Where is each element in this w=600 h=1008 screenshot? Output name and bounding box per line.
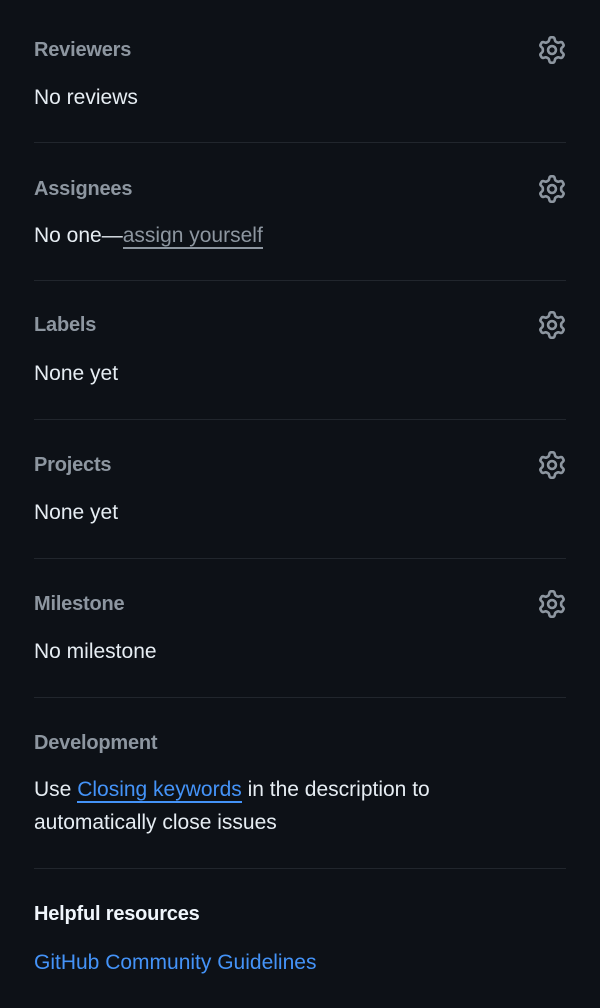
reviewers-heading: Reviewers [34, 38, 132, 61]
closing-keywords-link[interactable]: Closing keywords [77, 778, 242, 803]
projects-section: Projects None yet [34, 420, 566, 559]
assignees-value-text: No one— [34, 224, 123, 247]
reviewers-section: Reviewers No reviews [34, 0, 566, 143]
milestone-section: Milestone No milestone [34, 559, 566, 698]
helpful-resources-heading: Helpful resources [34, 903, 200, 925]
community-guidelines-link[interactable]: GitHub Community Guidelines [34, 951, 316, 974]
milestone-heading: Milestone [34, 592, 125, 615]
labels-section: Labels None yet [34, 281, 566, 420]
helpful-resources-section: Helpful resources GitHub Community Guide… [34, 869, 566, 1008]
labels-heading: Labels [34, 313, 97, 336]
projects-settings-gear-icon[interactable] [537, 450, 567, 480]
milestone-value: No milestone [34, 640, 157, 663]
assign-yourself-link[interactable]: assign yourself [122, 224, 263, 249]
labels-settings-gear-icon[interactable] [537, 310, 567, 340]
development-text-before: Use [34, 778, 78, 801]
development-heading: Development [34, 731, 158, 754]
reviewers-settings-gear-icon[interactable] [537, 35, 567, 65]
development-section: Development Use Closing keywords in the … [34, 698, 566, 869]
assignees-heading: Assignees [34, 177, 133, 200]
projects-value: None yet [34, 501, 119, 524]
assignees-value: No one—assign yourself [34, 219, 263, 252]
assignees-section: Assignees No one—assign yourself [34, 143, 566, 281]
assignees-settings-gear-icon[interactable] [537, 174, 567, 204]
labels-value: None yet [34, 362, 119, 385]
issue-sidebar: Reviewers No reviews Assignees No one—as… [0, 0, 600, 1002]
projects-heading: Projects [34, 453, 112, 476]
milestone-settings-gear-icon[interactable] [537, 589, 567, 619]
development-description: Use Closing keywords in the description … [34, 773, 494, 839]
reviewers-value: No reviews [34, 86, 138, 109]
